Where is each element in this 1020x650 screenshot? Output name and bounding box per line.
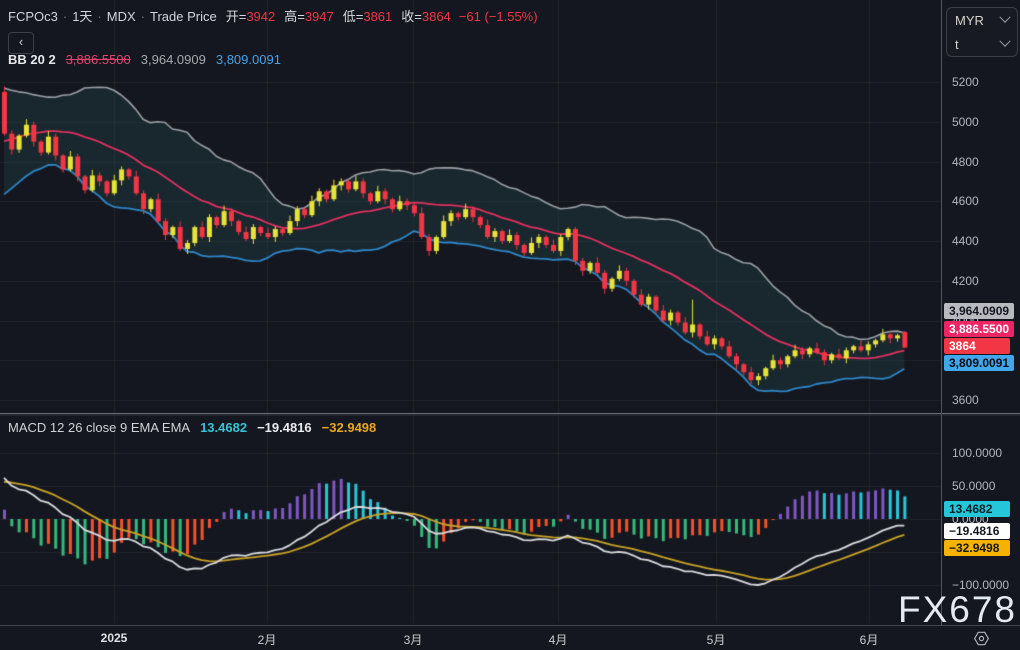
ohlc-label: 开= [226, 9, 247, 24]
price-axis-tick: 5000 [952, 115, 979, 129]
hexagon-settings-icon [973, 630, 990, 647]
chevron-down-icon [999, 36, 1010, 47]
time-axis-month-label: 5月 [707, 631, 726, 648]
bb-lower-value: 3,809.0091 [216, 52, 281, 67]
price-axis-tick: 4200 [952, 274, 979, 288]
macd-badge: −19.4816 [944, 523, 1010, 539]
macd-legend[interactable]: MACD 12 26 close 9 EMA EMA 13.4682 −19.481… [8, 420, 376, 435]
symbol-name[interactable]: FCPOc3 [8, 9, 58, 24]
interval-label[interactable]: 1天 [72, 9, 92, 24]
macd-hist-value: 13.4682 [200, 420, 247, 435]
macd-legend-title: MACD 12 26 close 9 EMA EMA [8, 420, 190, 435]
header-separator: · [97, 9, 101, 24]
fx678-watermark: FX678 [898, 589, 1017, 631]
unit-selector-box: MYR t [946, 7, 1018, 57]
time-axis-month-label: 2月 [258, 631, 277, 648]
price-axis-tick: 4400 [952, 234, 979, 248]
macd-badge: −32.9498 [944, 540, 1010, 556]
macd-badge: 13.4682 [944, 501, 1010, 517]
ohlc-values: 开=3942 高=3947 低=3861 收=3864 [217, 9, 451, 24]
price-axis-tick: 3600 [952, 393, 979, 407]
time-axis-month-label: 4月 [549, 631, 568, 648]
chevron-down-icon [999, 12, 1010, 23]
exchange-label: MDX [107, 9, 136, 24]
change-text: −61 (−1.55%) [459, 9, 538, 24]
price-badge: 3,964.0909 [944, 303, 1014, 319]
bollinger-legend[interactable]: BB 20 2 3,886.5500 3,964.0909 3,809.0091 [8, 52, 281, 67]
ohlc-value: 3947 [305, 9, 334, 24]
unit-selector-value: t [955, 37, 1001, 52]
back-button[interactable]: ‹ [8, 32, 34, 54]
ohlc-label: 收= [401, 9, 422, 24]
price-chart-canvas[interactable] [0, 0, 941, 625]
price-axis-tick: 4800 [952, 155, 979, 169]
macd-line-value: −19.4816 [257, 420, 312, 435]
time-axis[interactable]: 2025 2月 3月 4月 5月 6月 [0, 626, 941, 650]
header-separator: · [141, 9, 145, 24]
bb-basis-value: 3,886.5500 [66, 52, 131, 67]
currency-selector-value: MYR [955, 13, 1001, 28]
price-axis-tick: 5200 [952, 75, 979, 89]
pane-divider-shadow [0, 414, 1020, 416]
ohlc-label: 高= [284, 9, 305, 24]
bb-upper-value: 3,964.0909 [141, 52, 206, 67]
symbol-header: FCPOc3·1天·MDX·Trade Price开=3942高=3947低=3… [8, 6, 538, 25]
price-axis-tick: 4600 [952, 194, 979, 208]
series-type-label: Trade Price [150, 9, 217, 24]
price-badge: 3,809.0091 [944, 355, 1014, 371]
ohlc-value: 3942 [246, 9, 275, 24]
macd-axis-tick: 50.0000 [952, 479, 995, 493]
bb-legend-title: BB 20 2 [8, 52, 56, 67]
ohlc-value: 3864 [422, 9, 451, 24]
time-axis-month-label: 3月 [404, 631, 423, 648]
ohlc-value: 3861 [363, 9, 392, 24]
header-separator: · [63, 9, 67, 24]
macd-axis-tick: 100.0000 [952, 446, 1002, 460]
unit-selector[interactable]: t [947, 32, 1017, 56]
trading-chart-app: FCPOc3·1天·MDX·Trade Price开=3942高=3947低=3… [0, 0, 1020, 650]
price-badge: 3864 [944, 338, 1010, 354]
macd-signal-value: −32.9498 [322, 420, 377, 435]
ohlc-label: 低= [343, 9, 364, 24]
currency-selector[interactable]: MYR [947, 8, 1017, 32]
time-axis-month-label: 6月 [860, 631, 879, 648]
price-axis[interactable]: 520050004800460044004200400038003600100.… [941, 0, 1020, 625]
time-axis-year-label: 2025 [101, 631, 128, 645]
price-badge: 3,886.5500 [944, 321, 1014, 337]
